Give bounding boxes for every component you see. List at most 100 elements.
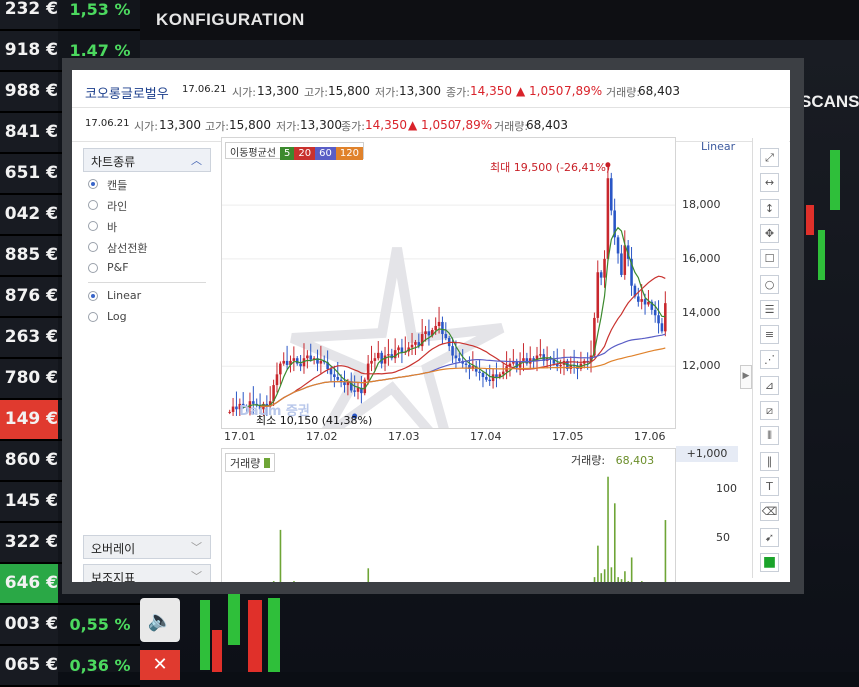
y-tick-label: 18,000 [682, 198, 721, 212]
candle-body [299, 363, 302, 367]
candle-body [353, 390, 356, 392]
candle-body [539, 354, 542, 356]
horizontal-arrow-icon[interactable]: ↔ [760, 173, 779, 193]
radio-icon[interactable] [88, 179, 98, 189]
readout-change-pct: 7,89% [454, 118, 493, 132]
background-candle [806, 205, 814, 235]
background-price: 322 € [0, 523, 58, 562]
fibonacci-retracement-icon[interactable]: ☰ [760, 299, 779, 319]
stock-name[interactable]: 코오롱글로벌우 [85, 83, 169, 102]
speed-line-icon[interactable]: ⧄ [760, 401, 779, 420]
change-value: ▲ 1,050 [516, 84, 564, 98]
readout-volume: 68,403 [526, 118, 568, 132]
overlay-header[interactable]: 오버레이 ﹀ [83, 535, 211, 559]
background-price: 065 € [0, 646, 58, 685]
volume-chart[interactable] [222, 449, 675, 582]
volume-legend[interactable]: 거래량 [225, 453, 276, 472]
ma-5-line [243, 226, 666, 409]
ma-20-badge[interactable]: 20 [294, 147, 316, 160]
indicator-header[interactable]: 보조지표 ﹀ [83, 564, 211, 582]
candle-body [228, 411, 231, 413]
fibonacci-arc-icon[interactable]: ⋰ [760, 350, 779, 370]
eraser-icon[interactable]: ⌫ [760, 502, 779, 522]
candle-body [451, 346, 454, 356]
rectangle-icon[interactable]: ☐ [760, 249, 779, 269]
radio-icon[interactable] [88, 291, 98, 301]
chart-type-option-label: 삼선전환 [107, 242, 148, 255]
candle-body [424, 331, 427, 335]
scale-label[interactable]: Linear [701, 140, 735, 153]
background-title-bar: KONFIGURATION [140, 0, 859, 40]
chart-type-header[interactable]: 차트종류 ︿ [83, 148, 211, 172]
volume-bar [664, 520, 667, 582]
candle-body [653, 309, 657, 316]
radio-icon[interactable] [88, 221, 98, 231]
background-price-row: 232 € 1,53 % [0, 0, 140, 31]
pointer-icon[interactable]: ➹ [760, 527, 779, 547]
crosshair-icon[interactable]: ✥ [760, 223, 779, 243]
volume-bar [640, 581, 643, 582]
high-label: 고가: [304, 86, 328, 99]
candle-body [637, 296, 640, 302]
collapse-toolbar-icon[interactable]: ▶ [740, 365, 752, 389]
candle-body [464, 363, 468, 365]
candle-body [478, 371, 481, 373]
speaker-icon[interactable]: 🔈 [140, 598, 180, 642]
volume-bar [597, 545, 599, 582]
ma-60-badge[interactable]: 60 [315, 147, 336, 160]
low-value: 13,300 [399, 84, 441, 98]
candle-body [485, 377, 488, 380]
close-label: 종가: [446, 86, 470, 99]
radio-icon[interactable] [88, 312, 98, 322]
color-picker-icon[interactable]: ■ [760, 552, 779, 572]
moving-average-legend[interactable]: 이동평균선 5 20 60 120 [225, 142, 364, 160]
candle-body [647, 301, 650, 305]
background-candle [212, 630, 222, 672]
readout-low-label: 저가: [276, 120, 300, 133]
radio-icon[interactable] [88, 263, 98, 273]
gann-fan-icon[interactable]: ⊿ [760, 375, 779, 395]
candle-body [370, 360, 373, 364]
vertical-arrow-icon[interactable]: ↕ [760, 198, 779, 218]
readout-change: ▲ 1,050 [408, 118, 456, 132]
candle-body [660, 323, 664, 332]
candle-body [231, 406, 235, 412]
open-value: 13,300 [257, 84, 299, 98]
volume-label: 거래량: [606, 86, 641, 99]
candle-body [434, 325, 437, 331]
background-price: 003 € [0, 605, 58, 644]
cycle-lines-icon[interactable]: ⦀ [760, 426, 779, 446]
watermark-star [290, 247, 505, 428]
text-tool-icon[interactable]: T [760, 476, 779, 496]
background-price: 651 € [0, 154, 58, 193]
radio-icon[interactable] [88, 242, 98, 252]
candle-body [414, 342, 417, 345]
volume-value: 68,403 [638, 84, 680, 98]
quote-date: 17.06.21 [182, 84, 227, 95]
daum-watermark: Daum 증권 [239, 404, 310, 419]
candle-body [657, 315, 660, 324]
readout-open-label: 시가: [134, 120, 158, 133]
circle-icon[interactable]: ○ [760, 274, 779, 294]
candle-body [616, 237, 620, 254]
close-icon[interactable]: ✕ [140, 650, 180, 680]
background-candle [818, 230, 825, 280]
line-tool-icon[interactable]: ⤢ [760, 148, 779, 167]
fibonacci-fan-icon[interactable]: ≡ [760, 325, 779, 345]
volume-multiplier: +1,000 [676, 446, 738, 462]
background-price-row: 003 € 0,55 % [0, 605, 140, 646]
parallel-lines-icon[interactable]: ∥ [760, 451, 779, 471]
price-chart[interactable] [222, 138, 675, 428]
candle-body [329, 368, 333, 375]
overlay-title: 오버레이 [91, 542, 136, 556]
ma-120-badge[interactable]: 120 [335, 147, 363, 160]
radio-icon[interactable] [88, 200, 98, 210]
volume-legend-label: 거래량 [230, 457, 261, 470]
readout-close-label: 종가: [341, 120, 365, 133]
ma-5-badge[interactable]: 5 [280, 147, 295, 160]
chart-type-title: 차트종류 [91, 155, 136, 169]
volume-bar [607, 476, 609, 582]
background-price: 988 € [0, 72, 58, 111]
candle-body [501, 371, 505, 375]
volume-readout-label: 거래량: [571, 454, 606, 467]
